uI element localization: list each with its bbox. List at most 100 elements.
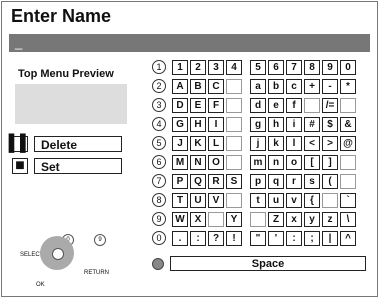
key[interactable]: r: [286, 173, 302, 189]
key[interactable]: o: [286, 154, 302, 170]
key[interactable]: k: [268, 135, 284, 151]
key[interactable]: T: [172, 192, 188, 208]
key[interactable]: 7: [286, 59, 302, 75]
key[interactable]: M: [172, 154, 188, 170]
key[interactable]: 2: [190, 59, 206, 75]
key[interactable]: a: [250, 78, 266, 94]
key[interactable]: |: [322, 230, 338, 246]
key[interactable]: :: [190, 230, 206, 246]
key[interactable]: s: [304, 173, 320, 189]
delete-button[interactable]: ▌▌ Delete: [9, 135, 122, 153]
key[interactable]: E: [190, 97, 206, 113]
key[interactable]: [226, 192, 242, 208]
key[interactable]: >: [322, 135, 338, 151]
key[interactable]: /=: [322, 97, 338, 113]
key[interactable]: N: [190, 154, 206, 170]
key[interactable]: U: [190, 192, 206, 208]
key[interactable]: $: [322, 116, 338, 132]
key[interactable]: y: [304, 211, 320, 227]
key[interactable]: `: [340, 192, 356, 208]
key[interactable]: H: [190, 116, 206, 132]
key[interactable]: l: [286, 135, 302, 151]
key[interactable]: p: [250, 173, 266, 189]
key[interactable]: f: [286, 97, 302, 113]
key[interactable]: +: [304, 78, 320, 94]
key[interactable]: 6: [268, 59, 284, 75]
key[interactable]: *: [340, 78, 356, 94]
key[interactable]: L: [208, 135, 224, 151]
key[interactable]: u: [268, 192, 284, 208]
key[interactable]: <: [304, 135, 320, 151]
key[interactable]: [322, 192, 338, 208]
key[interactable]: Y: [226, 211, 242, 227]
key[interactable]: {: [304, 192, 320, 208]
key[interactable]: [226, 97, 242, 113]
key[interactable]: V: [208, 192, 224, 208]
key[interactable]: [226, 135, 242, 151]
key[interactable]: ': [268, 230, 284, 246]
key[interactable]: [340, 97, 356, 113]
key[interactable]: [: [304, 154, 320, 170]
key[interactable]: [208, 211, 224, 227]
key[interactable]: c: [286, 78, 302, 94]
key[interactable]: [226, 116, 242, 132]
key[interactable]: 9: [322, 59, 338, 75]
key[interactable]: R: [208, 173, 224, 189]
key[interactable]: d: [250, 97, 266, 113]
key[interactable]: b: [268, 78, 284, 94]
key[interactable]: 5: [250, 59, 266, 75]
key[interactable]: Z: [268, 211, 284, 227]
key[interactable]: 1: [172, 59, 188, 75]
key[interactable]: @: [340, 135, 356, 151]
key[interactable]: J: [172, 135, 188, 151]
key[interactable]: C: [208, 78, 224, 94]
key[interactable]: .: [172, 230, 188, 246]
key[interactable]: X: [190, 211, 206, 227]
key[interactable]: ": [250, 230, 266, 246]
key[interactable]: i: [286, 116, 302, 132]
set-button[interactable]: ■ Set: [12, 157, 122, 175]
key[interactable]: m: [250, 154, 266, 170]
key[interactable]: h: [268, 116, 284, 132]
key[interactable]: !: [226, 230, 242, 246]
key[interactable]: D: [172, 97, 188, 113]
key[interactable]: B: [190, 78, 206, 94]
key[interactable]: [226, 154, 242, 170]
key[interactable]: ]: [322, 154, 338, 170]
key[interactable]: ?: [208, 230, 224, 246]
key[interactable]: [340, 154, 356, 170]
key[interactable]: q: [268, 173, 284, 189]
key[interactable]: (: [322, 173, 338, 189]
key[interactable]: \: [340, 211, 356, 227]
key[interactable]: [226, 78, 242, 94]
key[interactable]: [340, 173, 356, 189]
key[interactable]: 4: [226, 59, 242, 75]
key[interactable]: n: [268, 154, 284, 170]
key[interactable]: [250, 211, 266, 227]
key[interactable]: :: [286, 230, 302, 246]
key[interactable]: t: [250, 192, 266, 208]
key[interactable]: G: [172, 116, 188, 132]
key[interactable]: F: [208, 97, 224, 113]
space-key[interactable]: Space: [170, 256, 366, 271]
key[interactable]: S: [226, 173, 242, 189]
key[interactable]: P: [172, 173, 188, 189]
key[interactable]: 3: [208, 59, 224, 75]
key[interactable]: 0: [340, 59, 356, 75]
key[interactable]: O: [208, 154, 224, 170]
key[interactable]: Q: [190, 173, 206, 189]
key[interactable]: &: [340, 116, 356, 132]
key[interactable]: W: [172, 211, 188, 227]
key[interactable]: x: [286, 211, 302, 227]
key[interactable]: ^: [340, 230, 356, 246]
key[interactable]: z: [322, 211, 338, 227]
key[interactable]: I: [208, 116, 224, 132]
key[interactable]: [304, 97, 320, 113]
key[interactable]: e: [268, 97, 284, 113]
key[interactable]: K: [190, 135, 206, 151]
key[interactable]: j: [250, 135, 266, 151]
key[interactable]: g: [250, 116, 266, 132]
key[interactable]: v: [286, 192, 302, 208]
key[interactable]: ;: [304, 230, 320, 246]
key[interactable]: -: [322, 78, 338, 94]
